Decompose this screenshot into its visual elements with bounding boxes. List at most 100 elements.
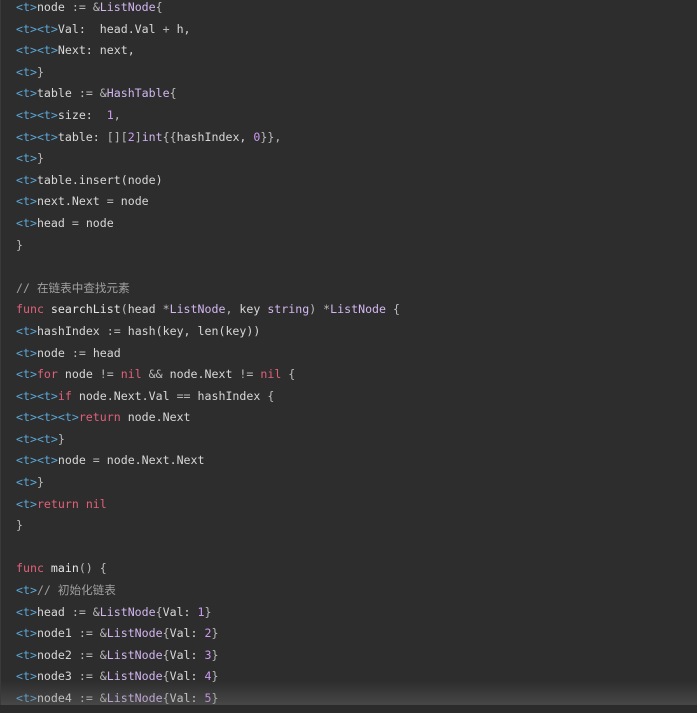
code-token: head <box>92 345 121 360</box>
code-token: node <box>36 345 72 360</box>
code-token: table: <box>57 129 107 144</box>
code-token: func <box>16 302 51 317</box>
code-token: table.insert(node) <box>36 172 163 187</box>
code-token: func <box>16 561 51 576</box>
code-token: hashIndex <box>197 388 268 403</box>
code-line: <t>for node != nil && node.Next != nil { <box>16 367 697 389</box>
code-token: , <box>225 302 240 317</box>
code-token: string <box>267 302 310 317</box>
bottom-fade <box>1 681 697 705</box>
code-line: <t>next.Next = node <box>16 194 697 216</box>
code-token: != <box>239 367 261 382</box>
code-token: node.Next <box>169 367 240 382</box>
code-token: <t><t> <box>16 43 58 58</box>
code-line: <t>// 初始化链表 <box>16 583 697 605</box>
code-token: { <box>267 388 275 403</box>
code-token: } <box>16 237 23 252</box>
code-token: <t><t> <box>16 388 58 403</box>
code-editor[interactable]: <t>node := &ListNode{<t><t>Val: head.Val… <box>0 0 697 705</box>
code-token: size: <box>57 107 107 122</box>
code-line: <t><t>size: 1, <box>16 108 697 130</box>
code-token: = <box>106 194 121 209</box>
code-token: ListNode <box>330 302 387 317</box>
code-token: table <box>36 86 79 101</box>
code-line: <t><t>table: [][2]int{{hashIndex, 0}}, <box>16 130 697 152</box>
code-token: node2 <box>36 647 79 662</box>
code-token: <t><t> <box>16 107 58 122</box>
code-token: nil <box>260 367 289 382</box>
code-token: ] <box>134 129 142 144</box>
code-token: != <box>99 367 121 382</box>
code-token: <t> <box>16 323 37 338</box>
code-token: 2 <box>127 129 135 144</box>
code-token: <t> <box>16 172 37 187</box>
code-token: HashTable <box>106 86 170 101</box>
code-token: <t><t> <box>16 21 58 36</box>
code-token: <t> <box>16 194 37 209</box>
code-token: node <box>64 367 100 382</box>
code-token: 1 <box>197 604 205 619</box>
code-line: <t><t><t>return node.Next <box>16 410 697 432</box>
code-token: node <box>57 453 93 468</box>
code-line: <t>head := &ListNode{Val: 1} <box>16 605 697 627</box>
code-token: <t> <box>16 626 37 641</box>
code-token: := & <box>78 647 107 662</box>
code-line: <t><t>node = node.Next.Next <box>16 453 697 475</box>
code-token: }}, <box>260 129 282 144</box>
code-line: // 在链表中查找元素 <box>16 281 697 303</box>
code-token: node <box>120 194 149 209</box>
code-token: Val: head.Val <box>57 21 163 36</box>
code-token: * <box>162 302 170 317</box>
code-token: hash(key, len(key)) <box>127 323 261 338</box>
code-token: searchList <box>50 302 121 317</box>
code-token: return <box>36 496 86 511</box>
code-token: <t><t> <box>16 453 58 468</box>
code-line: <t>node1 := &ListNode{Val: 2} <box>16 626 697 648</box>
code-token: <t> <box>16 64 37 79</box>
code-token: <t> <box>16 647 37 662</box>
code-token: <t> <box>16 345 37 360</box>
code-token: := & <box>78 626 107 641</box>
code-token: + <box>162 21 177 36</box>
code-token: } <box>16 518 23 533</box>
code-token: := & <box>78 86 107 101</box>
code-line: <t>node := head <box>16 346 697 368</box>
code-token: ( <box>120 302 128 317</box>
code-token: if <box>57 388 79 403</box>
code-token: := <box>71 345 93 360</box>
code-token: node.Next.Val <box>78 388 177 403</box>
code-line: <t>head = node <box>16 216 697 238</box>
code-token: Val: <box>162 604 198 619</box>
code-line: func main() { <box>16 561 697 583</box>
code-token: := <box>71 0 93 14</box>
code-token: head <box>127 302 163 317</box>
code-line: <t>return nil <box>16 497 697 519</box>
code-token: } <box>211 647 219 662</box>
code-token: <t> <box>16 583 37 598</box>
code-token: { <box>162 626 170 641</box>
code-token: { <box>169 86 177 101</box>
code-block[interactable]: <t>node := &ListNode{<t><t>Val: head.Val… <box>16 0 697 713</box>
code-token: nil <box>85 496 107 511</box>
code-line: <t>node2 := &ListNode{Val: 3} <box>16 648 697 670</box>
code-token: nil <box>120 367 149 382</box>
code-token: next.Next <box>36 194 107 209</box>
code-token: { <box>162 647 170 662</box>
code-token: & <box>92 0 100 14</box>
code-line: <t>table := &HashTable{ <box>16 86 697 108</box>
code-token: hashIndex <box>36 323 107 338</box>
code-token: // 在链表中查找元素 <box>16 280 130 295</box>
code-token: <t> <box>16 215 37 230</box>
code-token: node <box>36 0 72 14</box>
code-token: 1 <box>106 107 114 122</box>
code-token: main <box>50 561 79 576</box>
code-token: h, <box>176 21 191 36</box>
code-token: <t> <box>16 0 37 14</box>
code-token: return <box>78 410 128 425</box>
code-token: = <box>71 215 86 230</box>
code-token: <t> <box>16 475 37 490</box>
code-token: } <box>211 626 219 641</box>
code-line: <t><t>Val: head.Val + h, <box>16 22 697 44</box>
code-token: ListNode <box>169 302 226 317</box>
